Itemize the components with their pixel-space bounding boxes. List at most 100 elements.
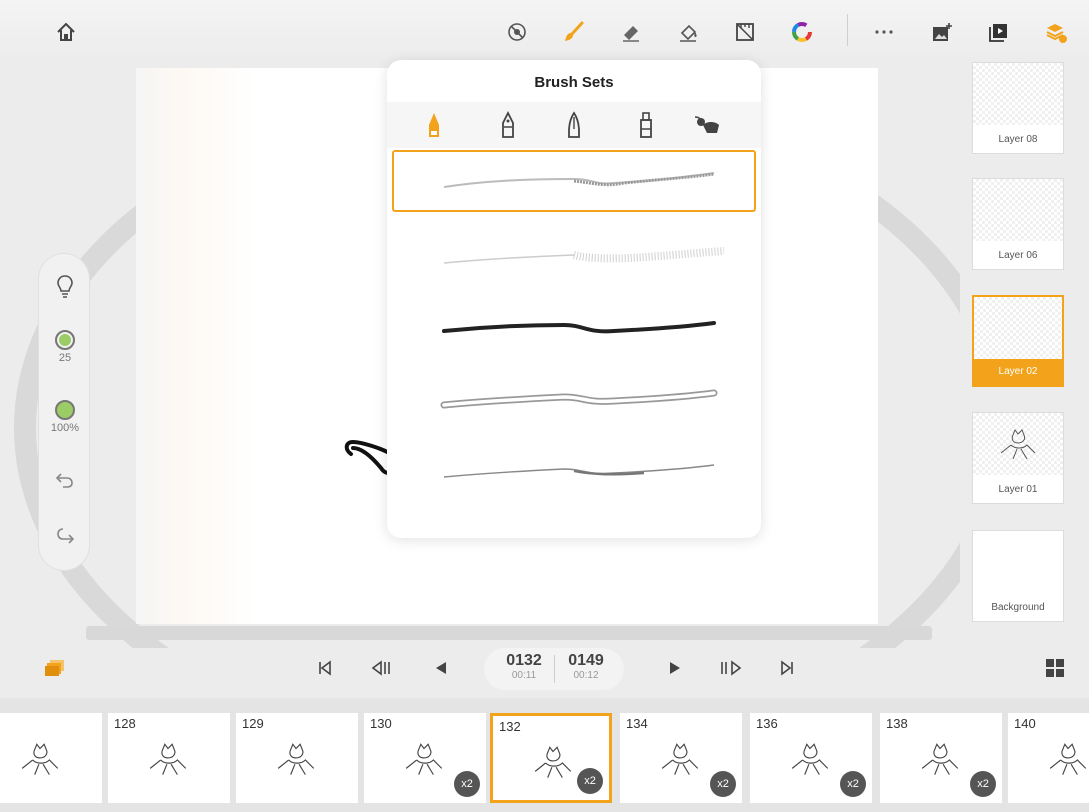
timeline-frame[interactable]: 138 x2 [880,713,1002,803]
layer-item[interactable]: Layer 08 [972,62,1064,154]
frame-number: 128 [114,716,136,731]
frame-timeline: 128 129 130 x2 132 x2 134 x2 136 x2 138 … [0,698,1089,812]
redo-icon[interactable] [39,524,91,544]
brush-preset-4[interactable] [392,368,756,430]
lightbulb-icon[interactable] [39,274,91,298]
brush-size-swatch [55,330,75,350]
frame-number: 140 [1014,716,1036,731]
layer-name: Layer 02 [974,359,1062,385]
brush-opacity-value: 100% [50,422,80,434]
frame-number: 136 [756,716,778,731]
calligraphy-pen-icon[interactable] [557,108,591,142]
last-frame-icon[interactable] [774,655,800,681]
ruler-icon[interactable] [731,18,759,46]
layer-name: Background [991,602,1045,613]
layer-thumbnail [973,179,1063,241]
brush-size-value: 25 [58,352,72,364]
layer-item[interactable]: Layer 01 [972,412,1064,504]
layer-name: Layer 01 [998,484,1038,495]
eraser-icon[interactable] [617,18,645,46]
layer-thumbnail [973,63,1063,125]
previous-frame-icon[interactable] [369,655,395,681]
toolbar-divider [847,14,848,46]
total-frame-number: 0149 [568,652,604,669]
total-frame-time: 00:12 [573,670,599,681]
frame-number: 130 [370,716,392,731]
first-frame-icon[interactable] [312,655,338,681]
cat-sketch [21,743,59,775]
add-image-icon[interactable] [928,18,956,46]
play-reverse-icon[interactable] [428,655,454,681]
brush-opacity-swatch [55,400,75,420]
onion-skin-icon[interactable] [42,655,68,681]
cat-sketch [1000,428,1036,460]
brush-size-control[interactable]: 25 [39,330,91,364]
counter-divider [554,655,555,683]
brush-preset-1[interactable] [392,150,756,212]
timeline-frame[interactable]: 136 x2 [750,713,872,803]
top-toolbar [0,0,1089,62]
canvas-horizontal-scrollbar[interactable] [86,626,932,640]
current-frame-display: 0132 00:11 [494,652,554,681]
current-frame-time: 00:11 [511,670,537,681]
timeline-frame[interactable]: 130 x2 [364,713,486,803]
brush-opacity-control[interactable]: 100% [39,400,91,434]
ink-pen-icon[interactable] [491,108,525,142]
timeline-frame-selected[interactable]: 132 x2 [490,713,612,803]
timeline-frame[interactable]: 134 x2 [620,713,742,803]
layer-name: Layer 06 [998,250,1038,261]
timeline-frame[interactable]: 128 [108,713,230,803]
layer-name: Layer 08 [998,134,1038,145]
marker-icon[interactable] [629,108,663,142]
timeline-frame[interactable]: 129 [236,713,358,803]
frame-number: 132 [499,719,521,734]
brush-category-tabs [387,102,761,148]
fill-icon[interactable] [675,18,703,46]
layer-item[interactable]: Layer 06 [972,178,1064,270]
next-frame-icon[interactable] [718,655,744,681]
brush-icon[interactable] [560,18,588,46]
brush-sets-popover: Brush Sets [387,60,761,538]
cat-sketch [1049,743,1087,775]
timeline-frame[interactable]: 140 [1008,713,1089,803]
brush-preset-5[interactable] [392,440,756,502]
layer-thumbnail [973,413,1063,475]
frame-number: 134 [626,716,648,731]
cat-sketch [791,743,829,775]
airbrush-icon[interactable] [691,108,725,142]
undo-icon[interactable] [39,470,91,490]
play-icon[interactable] [662,655,688,681]
layers-icon[interactable] [1042,18,1070,46]
brush-settings-sidebar: 25 100% [38,253,90,571]
playback-icon[interactable] [985,18,1013,46]
timeline-frame[interactable] [0,713,102,803]
cat-sketch [921,743,959,775]
brush-sets-title: Brush Sets [534,74,614,91]
playback-bar: 0132 00:11 0149 00:12 [0,645,1089,695]
cat-sketch [405,743,443,775]
frame-counter: 0132 00:11 0149 00:12 [484,648,624,690]
symmetry-icon[interactable] [503,18,531,46]
current-frame-number: 0132 [506,652,542,669]
frame-number: 138 [886,716,908,731]
frame-number: 129 [242,716,264,731]
layer-item-background[interactable]: Background [972,530,1064,622]
brush-preset-2[interactable] [392,226,756,288]
home-icon[interactable] [52,18,80,46]
cat-sketch [277,743,315,775]
frame-hold-badge: x2 [710,771,736,797]
more-icon[interactable] [870,18,898,46]
cat-sketch [661,743,699,775]
grid-view-icon[interactable] [1042,655,1068,681]
layer-item-selected[interactable]: Layer 02 [972,295,1064,387]
frame-hold-badge: x2 [454,771,480,797]
pencil-icon[interactable] [417,108,451,142]
total-frame-display: 0149 00:12 [556,652,616,681]
cat-sketch [149,743,187,775]
color-wheel-icon[interactable] [788,18,816,46]
brush-preset-3[interactable] [392,296,756,358]
frame-hold-badge: x2 [840,771,866,797]
frame-hold-badge: x2 [577,768,603,794]
frame-hold-badge: x2 [970,771,996,797]
layer-thumbnail [974,297,1062,359]
